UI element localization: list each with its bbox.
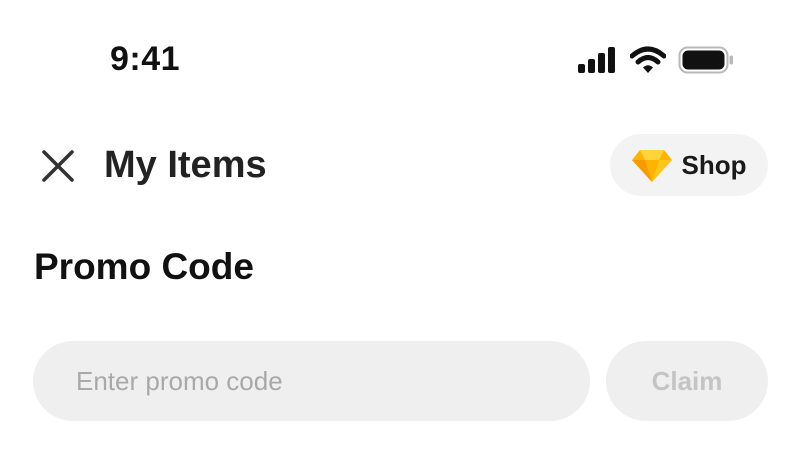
shop-button[interactable]: Shop — [610, 134, 768, 196]
signal-icon — [578, 47, 615, 73]
status-time: 9:41 — [110, 40, 181, 78]
status-icons — [578, 46, 734, 74]
close-button[interactable] — [36, 144, 80, 188]
page-title: My Items — [104, 144, 267, 186]
claim-button[interactable]: Claim — [606, 341, 768, 421]
promo-code-input[interactable] — [33, 341, 590, 421]
battery-icon — [678, 46, 733, 74]
status-bar: 9:41 — [0, 0, 800, 110]
close-icon — [42, 150, 74, 182]
shop-label: Shop — [681, 149, 747, 180]
wifi-icon — [630, 46, 666, 73]
header: My Items Shop — [0, 130, 800, 200]
section-title-promo-code: Promo Code — [34, 246, 254, 287]
gem-icon — [631, 150, 672, 182]
